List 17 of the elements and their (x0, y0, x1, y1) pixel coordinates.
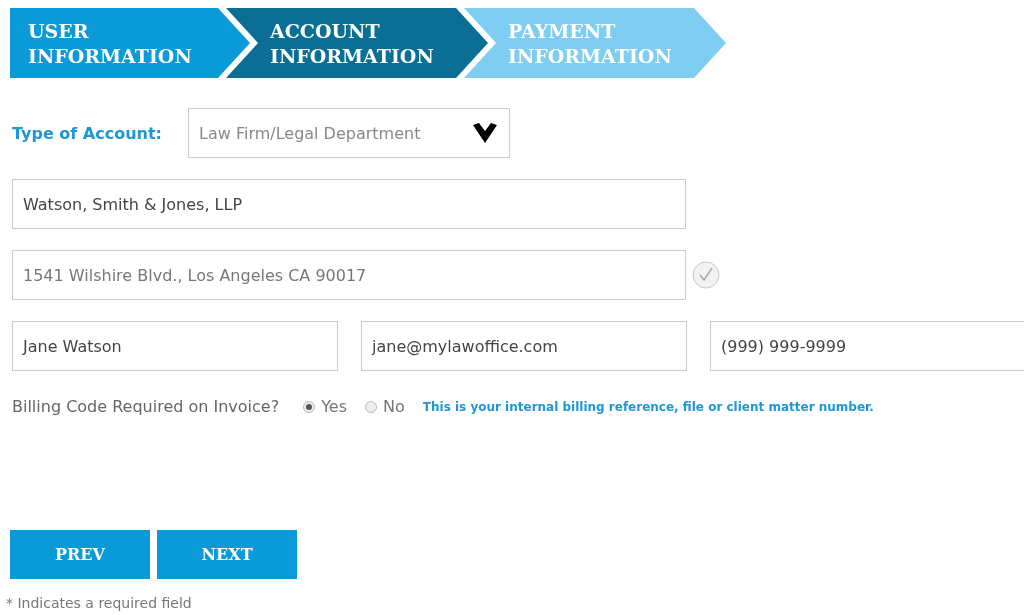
radio-option[interactable]: Yes (303, 397, 348, 416)
input-field[interactable]: jane@mylawoffice.com (361, 321, 687, 371)
field-label: Type of Account: (12, 123, 163, 143)
progress-step[interactable]: USER INFORMATION (10, 8, 250, 78)
footnote: * Indicates a required field (6, 595, 193, 611)
account-type-dropdown[interactable]: Law Firm/Legal Department (188, 108, 510, 158)
input-field[interactable]: Jane Watson (12, 321, 338, 371)
company-field[interactable]: Watson, Smith & Jones, LLP (12, 179, 686, 229)
nav-button[interactable]: NEXT (157, 530, 297, 579)
hint-text: This is your internal billing reference, file or client matter number. (422, 399, 874, 414)
chevron-down-icon (473, 123, 497, 143)
address-field[interactable]: 1541 Wilshire Blvd., Los Angeles CA 90017 (12, 250, 686, 300)
nav-button[interactable]: PREV (10, 530, 150, 579)
input-field[interactable]: (999) 999-9999 (710, 321, 1024, 371)
progress-step[interactable]: ACCOUNT INFORMATION (226, 8, 488, 78)
billing-question: Billing Code Required on Invoice? (12, 397, 280, 416)
radio-option[interactable]: No (365, 397, 405, 416)
